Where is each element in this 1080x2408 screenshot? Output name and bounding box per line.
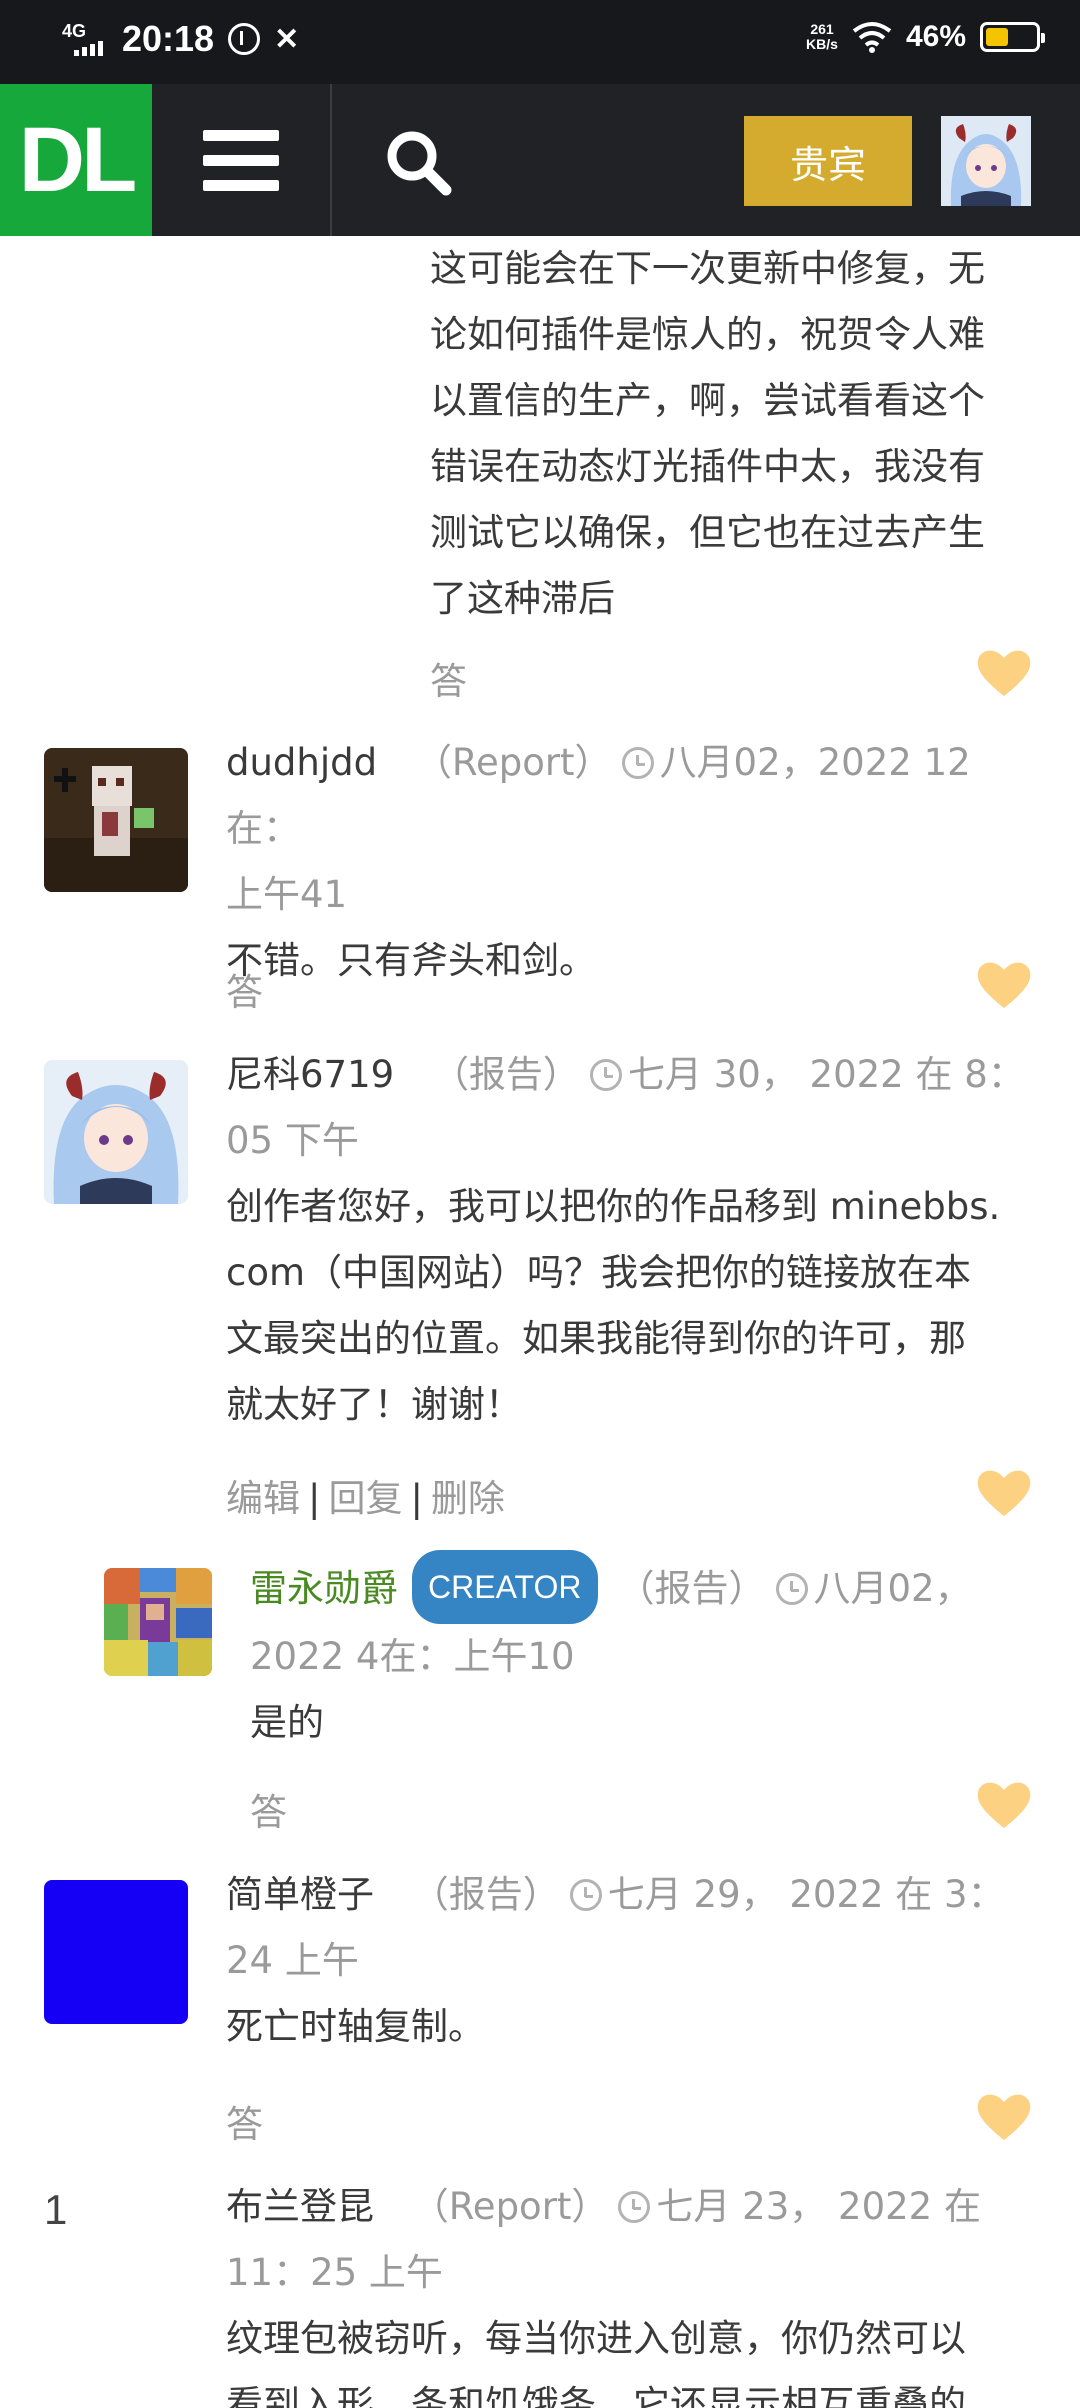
comment-text: 不错。只有斧头和剑。 xyxy=(226,939,596,982)
comment-author[interactable]: 简单橙子 xyxy=(226,1873,374,1916)
comments-section: 这可能会在下一次更新中修复，无 论如何插件是惊人的，祝贺令人难 以置信的生产，啊… xyxy=(0,236,1080,2408)
reply-link[interactable]: 答 xyxy=(226,2094,263,2148)
reply-link[interactable]: 答 xyxy=(430,651,467,705)
avatar[interactable] xyxy=(104,1568,212,1676)
hamburger-icon xyxy=(203,129,279,141)
comment-text-line: com（中国网站）吗？我会把你的链接放在本 xyxy=(226,1251,972,1294)
heart-icon[interactable] xyxy=(976,958,1032,1010)
search-icon[interactable] xyxy=(380,124,460,204)
app-header: DL 贵宾 xyxy=(0,84,1080,236)
reply-link[interactable]: 回复 xyxy=(328,1477,402,1520)
report-link[interactable]: （报告） xyxy=(618,1567,766,1610)
comment-text-line: 创作者您好，我可以把你的作品移到 minebbs. xyxy=(226,1185,1001,1228)
heart-icon[interactable] xyxy=(976,2090,1032,2142)
comment-author[interactable]: 雷永勋爵 xyxy=(250,1567,398,1610)
menu-button[interactable] xyxy=(152,84,332,236)
battery-percent: 46% xyxy=(905,20,966,53)
comment-author[interactable]: 布兰登昆 xyxy=(226,2185,374,2228)
heart-icon[interactable] xyxy=(976,1778,1032,1830)
creator-badge: CREATOR xyxy=(412,1550,598,1624)
report-link[interactable]: （Report） xyxy=(415,741,612,784)
comment-meta: 简单橙子 （报告） 七月 29， 2022 在 3： 24 上午 死亡时轴复制。 xyxy=(226,1862,1046,2060)
cellular-signal-icon: 4G xyxy=(62,19,108,59)
reply-link[interactable]: 答 xyxy=(250,1782,287,1836)
comment-text-line: 文最突出的位置。如果我能得到你的许可，那 xyxy=(226,1317,966,1360)
comment-text-line: 这可能会在下一次更新中修复，无 xyxy=(430,247,985,290)
report-link[interactable]: （报告） xyxy=(432,1053,580,1096)
clock-icon xyxy=(589,1059,622,1091)
site-logo[interactable]: DL xyxy=(0,84,152,236)
comment-date: 24 上午 xyxy=(226,1939,359,1982)
comment-body: 这可能会在下一次更新中修复，无 论如何插件是惊人的，祝贺令人难 以置信的生产，啊… xyxy=(430,236,1050,632)
clock-icon xyxy=(569,1879,602,1911)
edit-link[interactable]: 编辑 xyxy=(226,1477,300,1520)
heart-icon[interactable] xyxy=(976,1466,1032,1518)
battery-icon xyxy=(980,22,1045,52)
clock-time: 20:18 xyxy=(122,18,215,59)
comment-meta: dudhjdd （Report） 八月02，2022 12在： 上午41 不错。只… xyxy=(226,730,1026,994)
comment-date: 八月02， xyxy=(813,1567,972,1610)
report-link[interactable]: （Report） xyxy=(412,2185,609,2228)
comment-text: 死亡时轴复制。 xyxy=(226,2005,485,2048)
comment-text-line: 论如何插件是惊人的，祝贺令人难 xyxy=(430,313,985,356)
clock-icon xyxy=(618,2191,651,2223)
wifi-icon xyxy=(852,22,892,53)
comment-date: 七月 29， 2022 在 3： xyxy=(607,1873,1005,1916)
network-speed: 261 KB/s xyxy=(806,21,838,52)
comment-date: 2022 4在：上午10 xyxy=(250,1635,575,1678)
report-link[interactable]: （报告） xyxy=(412,1873,560,1916)
clock-icon xyxy=(621,747,654,779)
comment-meta: 尼科6719 （报告） 七月 30， 2022 在 8： 05 下午 创作者您好，… xyxy=(226,1042,1046,1438)
comment-date: 上午41 xyxy=(226,873,348,916)
comment-text-line: 以置信的生产，啊，尝试看看这个 xyxy=(430,379,985,422)
comment-date: 05 下午 xyxy=(226,1119,359,1162)
comment-author[interactable]: dudhjdd xyxy=(226,741,377,784)
comment-date: 七月 23， 2022 在 xyxy=(656,2185,981,2228)
comment-text: 是的 xyxy=(250,1701,324,1744)
comment-date: 七月 30， 2022 在 8： xyxy=(627,1053,1025,1096)
avatar[interactable] xyxy=(44,1060,188,1204)
notification-icon xyxy=(228,23,261,55)
comment-text-line: 错误在动态灯光插件中太，我没有 xyxy=(430,445,985,488)
comment-text-line: 了这种滞后 xyxy=(430,577,615,620)
comment-author[interactable]: 尼科6719 xyxy=(226,1053,394,1096)
user-avatar[interactable] xyxy=(941,116,1031,206)
comment-text-line: 就太好了！谢谢！ xyxy=(226,1383,522,1426)
comment-text-line: 看到入形，条和饥饿条，它还显示相互重叠的 xyxy=(226,2383,966,2408)
reply-link[interactable]: 答 xyxy=(226,962,263,1016)
clock-icon xyxy=(775,1573,808,1605)
tools-icon: ✕ xyxy=(274,22,300,56)
heart-icon[interactable] xyxy=(976,646,1032,698)
guest-button[interactable]: 贵宾 xyxy=(744,116,912,206)
avatar[interactable] xyxy=(44,748,188,892)
avatar-placeholder[interactable]: 1 xyxy=(44,2186,67,2234)
avatar[interactable] xyxy=(44,1880,188,2024)
comment-date: 11：25 上午 xyxy=(226,2251,443,2294)
comment-text-line: 纹理包被窃听，每当你进入创意，你仍然可以 xyxy=(226,2317,966,2360)
comment-actions: 编辑 | 回复 | 删除 xyxy=(226,1477,505,1520)
status-bar: 4G 20:18 ✕ 261 KB/s 46% xyxy=(0,0,1080,84)
delete-link[interactable]: 删除 xyxy=(431,1477,505,1520)
comment-text-line: 测试它以确保，但它也在过去产生 xyxy=(430,511,985,554)
comment-meta: 雷永勋爵 CREATOR （报告） 八月02， 2022 4在：上午10 是的 xyxy=(250,1550,1040,1756)
comment-meta: 布兰登昆 （Report） 七月 23， 2022 在 11：25 上午 纹理包被… xyxy=(226,2174,1046,2408)
